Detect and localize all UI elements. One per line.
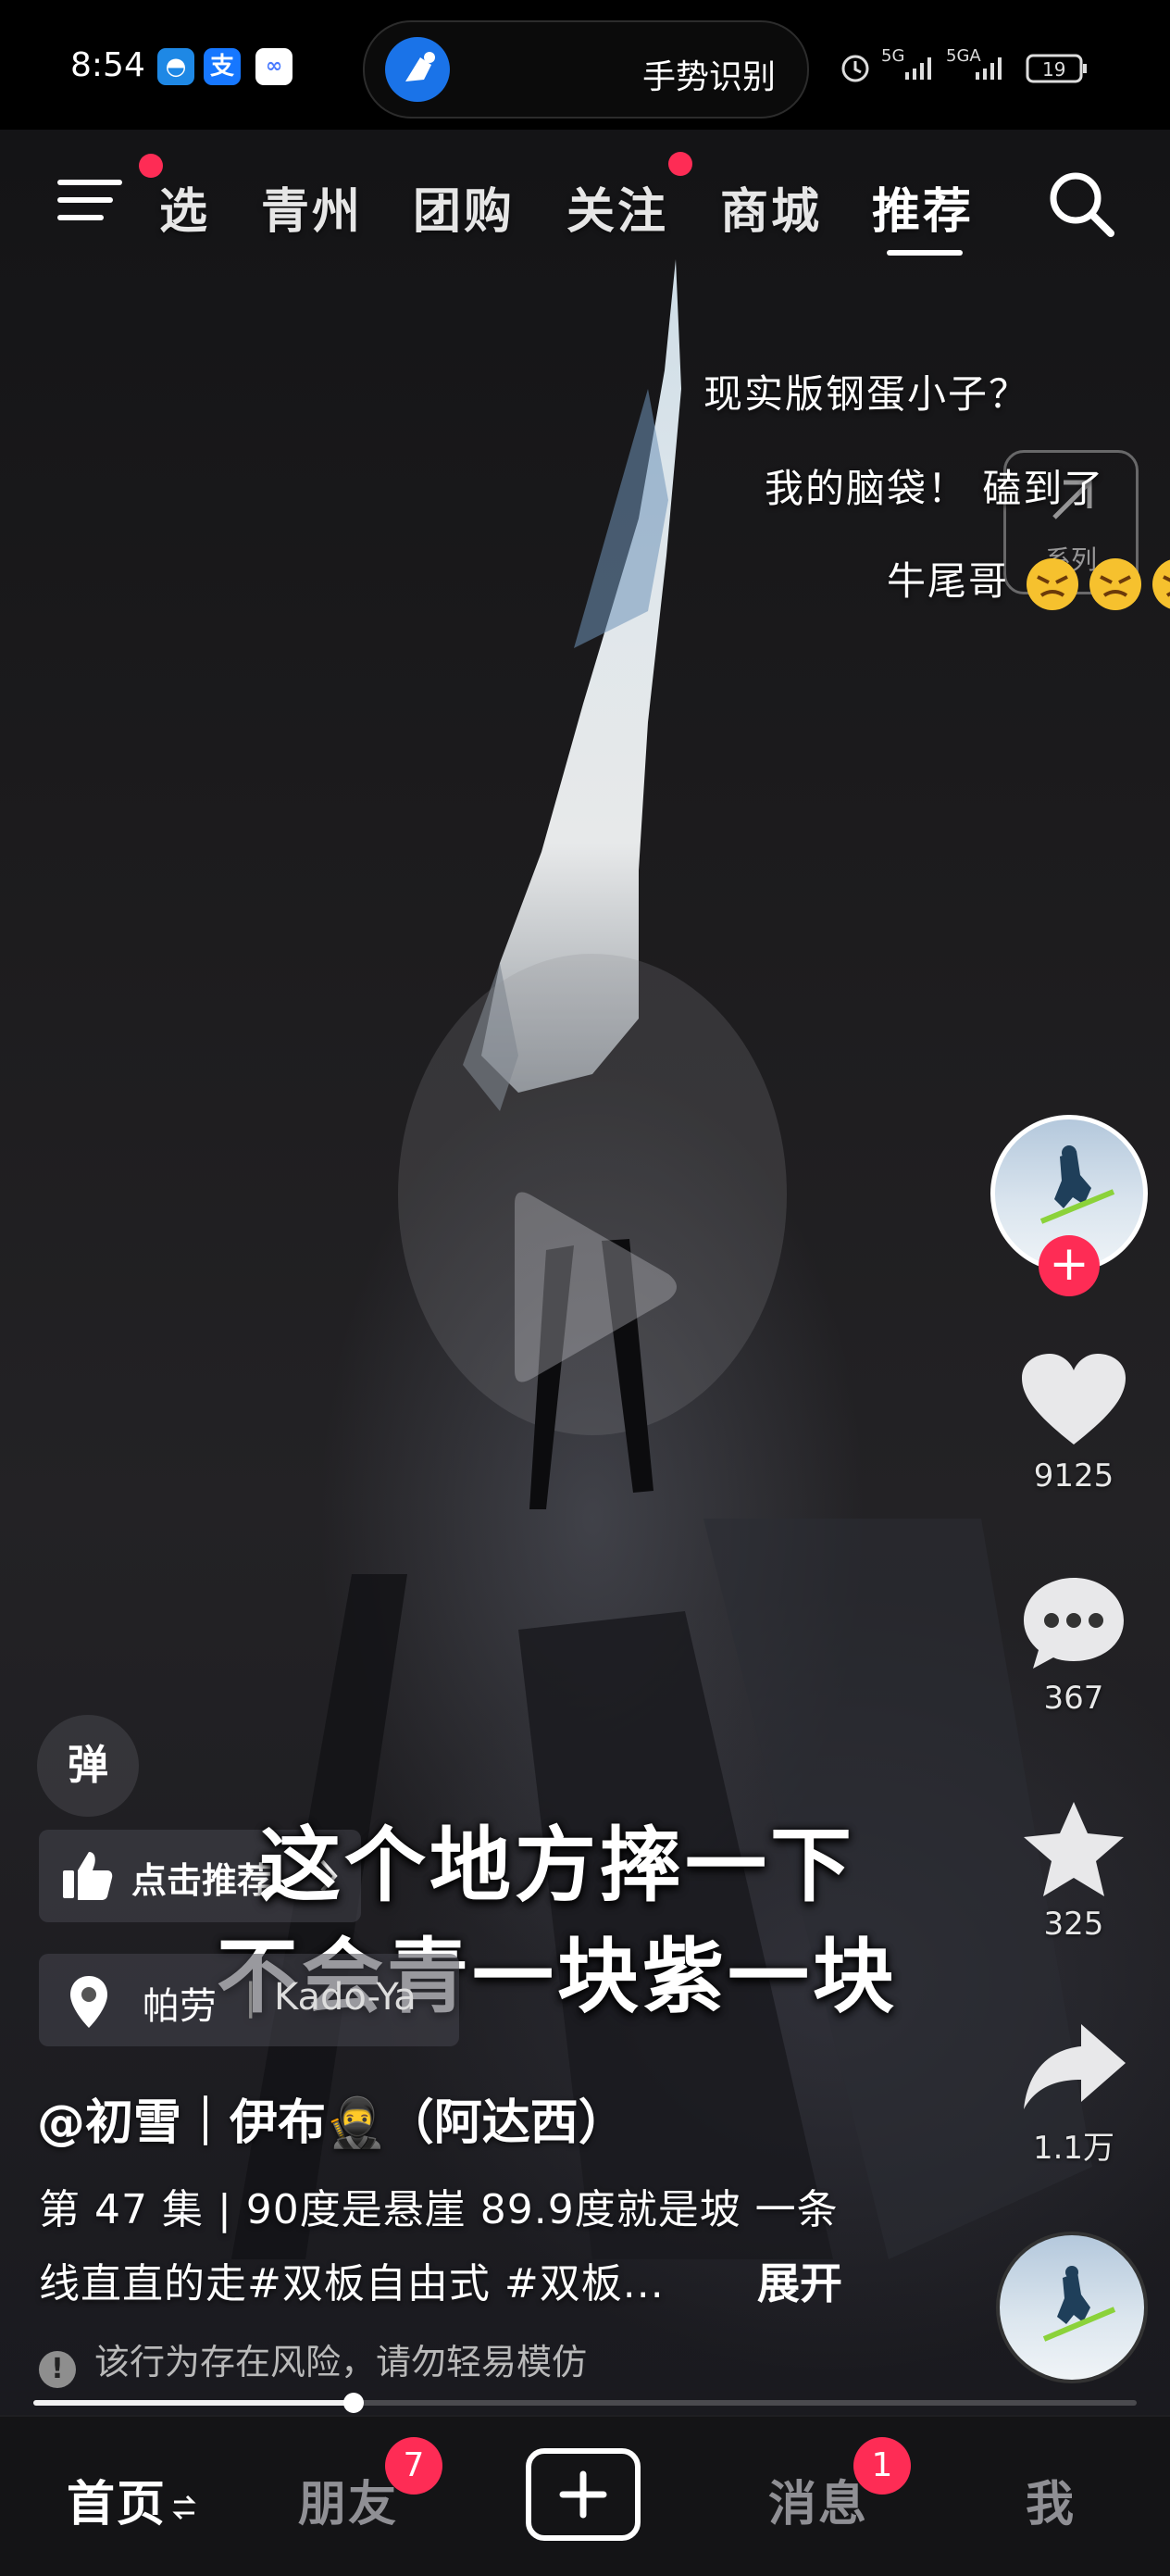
like-count: 9125 bbox=[1033, 1457, 1114, 1494]
status-bar: 8:54 ◓ 支 ∞ 手势识别 5G 5GA 19 bbox=[0, 0, 1170, 130]
play-icon[interactable] bbox=[496, 1185, 681, 1389]
switch-arrows-icon bbox=[172, 2495, 196, 2520]
active-tab-indicator bbox=[887, 250, 963, 256]
music-disc[interactable] bbox=[996, 2232, 1148, 2383]
danmaku-comment: 我的脑袋！ 磕到了 bbox=[765, 466, 1105, 511]
warning-icon: ! bbox=[39, 2351, 76, 2388]
svg-text:19: 19 bbox=[1042, 58, 1065, 81]
tab-mall[interactable]: 商城 bbox=[720, 172, 822, 242]
description-line2[interactable]: 线直直的走#双板自由式 #双板... bbox=[39, 2250, 665, 2309]
share-button[interactable]: 1.1万 bbox=[1013, 2020, 1135, 2168]
heart-icon bbox=[1022, 1354, 1126, 1444]
nav-messages[interactable]: 消息 bbox=[768, 2465, 868, 2534]
island-label: 手势识别 bbox=[641, 58, 776, 96]
share-count: 1.1万 bbox=[1032, 2130, 1115, 2167]
nav-me-label: 我 bbox=[1026, 2477, 1077, 2532]
battery-icon: 19 bbox=[1026, 54, 1087, 83]
tab-qingzhou[interactable]: 青州 bbox=[261, 172, 363, 242]
nav-friends[interactable]: 朋友 bbox=[298, 2465, 398, 2534]
menu-icon[interactable] bbox=[56, 172, 126, 228]
author-name[interactable]: @初雪｜伊布🥷（阿达西） bbox=[37, 2083, 627, 2153]
nav-messages-label: 消息 bbox=[768, 2477, 869, 2532]
alarm-icon bbox=[841, 55, 869, 82]
video-progress-bar[interactable] bbox=[33, 2393, 1137, 2413]
status-time: 8:54 bbox=[70, 46, 145, 84]
location-pill[interactable]: 帕劳 | Kado-Ya bbox=[39, 1954, 459, 2046]
progress-fill bbox=[33, 2400, 354, 2406]
nav-home-label: 首页 bbox=[67, 2477, 168, 2532]
signal-bars-1-icon bbox=[905, 57, 931, 80]
location-pin-icon bbox=[70, 1976, 107, 2028]
author-avatar[interactable]: + bbox=[990, 1115, 1148, 1296]
messages-badge: 1 bbox=[853, 2437, 911, 2495]
tab-featured[interactable]: 选 bbox=[159, 172, 210, 242]
tab-group-buy[interactable]: 团购 bbox=[413, 172, 515, 242]
location-divider: | bbox=[244, 1976, 257, 2019]
danmaku-comment: 牛尾哥 bbox=[887, 550, 1170, 614]
description-line1: 第 47 集 | 90度是悬崖 89.9度就是坡 一条 bbox=[39, 2186, 839, 2233]
baidu-netdisk-icon: ∞ bbox=[255, 48, 292, 85]
follow-button[interactable]: + bbox=[1039, 1235, 1100, 1296]
gesture-recognition-icon bbox=[385, 37, 450, 102]
emoji-angry-icon bbox=[1027, 557, 1170, 610]
share-icon bbox=[1024, 2024, 1126, 2109]
expand-button[interactable]: 展开 bbox=[757, 2250, 842, 2311]
risk-notice-text: 该行为存在风险，请勿轻易模仿 bbox=[94, 2342, 588, 2382]
dynamic-island-gesture[interactable]: 手势识别 bbox=[363, 20, 809, 119]
browser-app-icon: ◓ bbox=[157, 48, 194, 85]
nav-me[interactable]: 我 bbox=[1026, 2465, 1076, 2534]
plus-icon bbox=[559, 2470, 607, 2519]
tab-recommend[interactable]: 推荐 bbox=[872, 172, 974, 242]
video-subtitle-line1: 这个地方摔一下 bbox=[258, 1818, 855, 1913]
risk-notice: ! 该行为存在风险，请勿轻易模仿 bbox=[39, 2333, 587, 2388]
search-icon[interactable] bbox=[1044, 167, 1118, 241]
alipay-app-icon: 支 bbox=[204, 48, 241, 85]
comment-button[interactable]: 367 bbox=[1013, 1574, 1135, 1717]
progress-handle[interactable] bbox=[342, 2393, 364, 2413]
comment-icon bbox=[1024, 1578, 1124, 1669]
create-button[interactable] bbox=[526, 2448, 641, 2541]
location-name: 帕劳 bbox=[143, 1985, 217, 2028]
like-button[interactable]: 9125 bbox=[1013, 1352, 1135, 1494]
music-cover-icon bbox=[1042, 2266, 1116, 2342]
nav-home[interactable]: 首页 bbox=[67, 2465, 196, 2534]
following-notification-dot bbox=[668, 152, 692, 176]
system-status-icons: 5G 5GA 19 bbox=[841, 46, 1087, 83]
location-sub: Kado-Ya bbox=[274, 1976, 417, 2019]
danmaku-comment: 现实版钢蛋小子？ bbox=[703, 371, 1030, 417]
tab-following[interactable]: 关注 bbox=[566, 172, 668, 242]
friends-badge: 7 bbox=[385, 2437, 442, 2495]
signal-label-1: 5G bbox=[881, 46, 904, 66]
comment-count: 367 bbox=[1043, 1680, 1104, 1717]
signal-label-2: 5GA bbox=[946, 46, 981, 66]
nav-friends-label: 朋友 bbox=[298, 2477, 399, 2532]
